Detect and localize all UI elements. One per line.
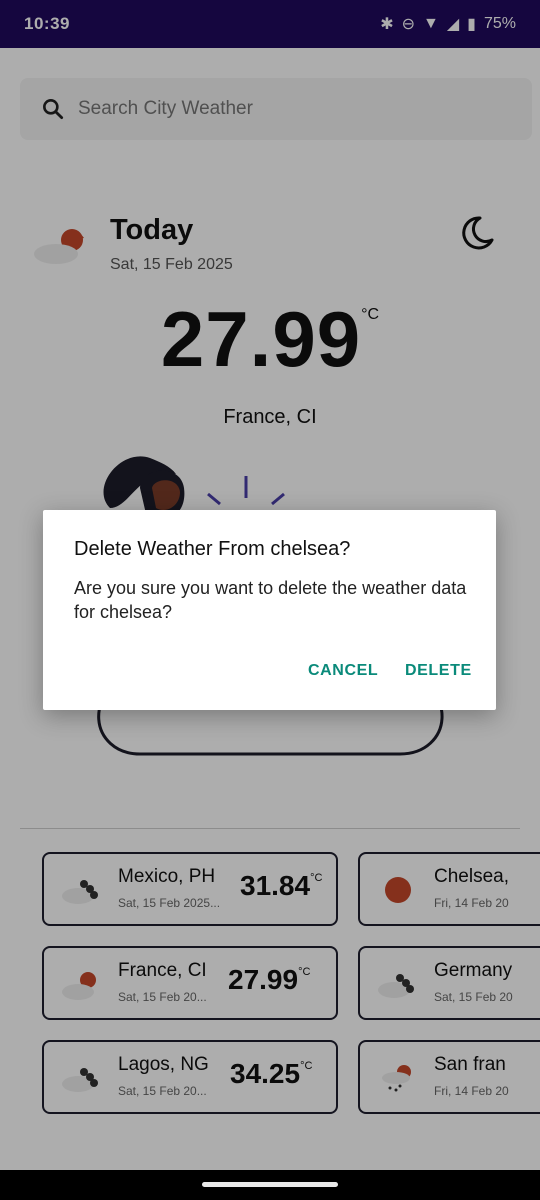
cancel-button[interactable]: CANCEL xyxy=(308,662,378,680)
navigation-bar xyxy=(0,1170,540,1200)
dialog-message: Are you sure you want to delete the weat… xyxy=(74,578,467,622)
delete-button[interactable]: DELETE xyxy=(405,662,472,680)
dialog-title: Delete Weather From chelsea? xyxy=(74,538,351,560)
delete-confirmation-dialog: Delete Weather From chelsea? Are you sur… xyxy=(43,510,496,710)
home-gesture-handle[interactable] xyxy=(202,1182,338,1187)
